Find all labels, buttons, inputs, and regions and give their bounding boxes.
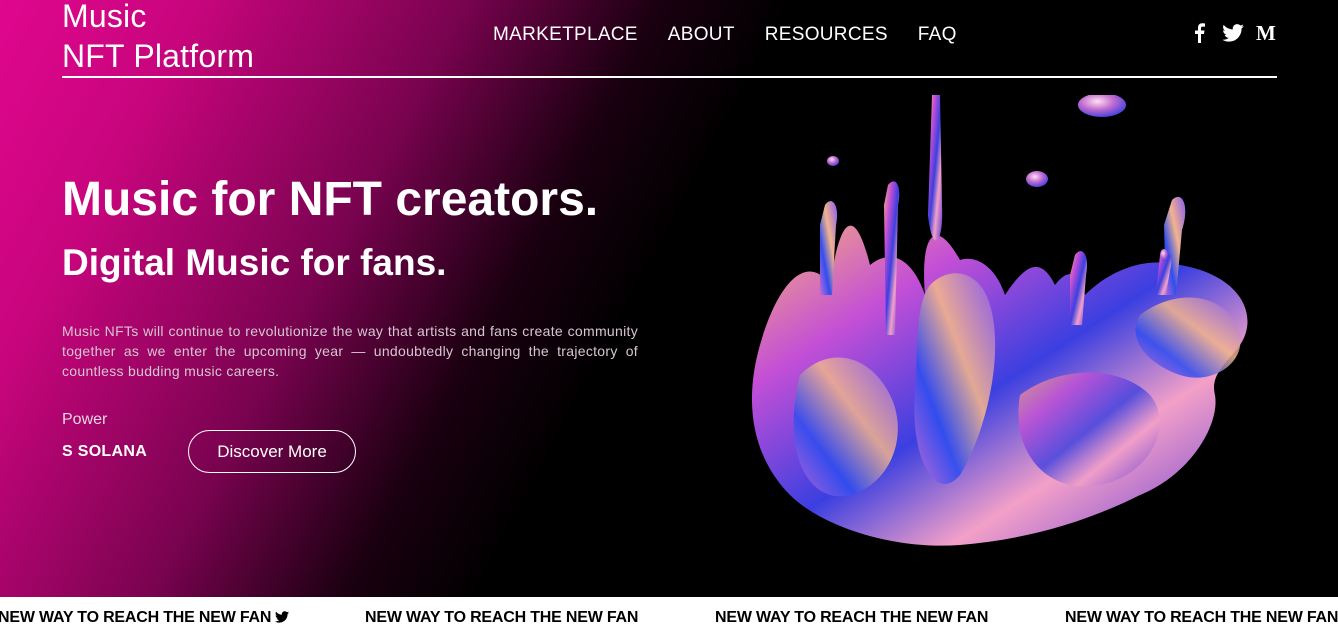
brand-logo[interactable]: Music NFT Platform [62,0,254,76]
twitter-icon [275,611,290,623]
ticker-item: NEW WAY TO REACH THE NEW FAN [365,609,639,626]
solana-brand: S SOLANA [62,443,148,460]
svg-text:M: M [1256,24,1276,42]
discover-more-button[interactable]: Discover More [188,430,356,473]
nav-marketplace[interactable]: MARKETPLACE [493,24,638,46]
main-nav: MARKETPLACE ABOUT RESOURCES FAQ [493,24,957,46]
marquee-ticker: NEW WAY TO REACH THE NEW FAN NEW WAY TO … [0,597,1338,639]
site-header: Music NFT Platform MARKETPLACE ABOUT RES… [0,0,1338,95]
twitter-icon[interactable] [1222,22,1244,44]
ticker-item: NEW WAY TO REACH THE NEW FAN [715,609,989,626]
brand-line-2: NFT Platform [62,38,255,74]
hero-subtitle: Digital Music for fans. [62,242,447,283]
facebook-icon[interactable] [1188,22,1210,44]
medium-icon[interactable]: M [1256,22,1278,44]
nav-about[interactable]: ABOUT [668,24,735,46]
nav-faq[interactable]: FAQ [918,24,957,46]
ticker-item: NEW WAY TO REACH THE NEW FAN [1065,609,1338,626]
liquid-crown-artwork [720,93,1260,555]
nav-resources[interactable]: RESOURCES [765,24,888,46]
ticker-text: NEW WAY TO REACH THE NEW FAN [0,609,272,626]
header-divider [62,76,1277,78]
ticker-item: NEW WAY TO REACH THE NEW FAN [0,609,290,627]
hero-title: Music for NFT creators. [62,173,599,226]
hero-description: Music NFTs will continue to revolutioniz… [62,323,638,379]
brand-line-1: Music [62,0,147,34]
power-label: Power [62,411,108,428]
social-links: M [1188,22,1278,44]
